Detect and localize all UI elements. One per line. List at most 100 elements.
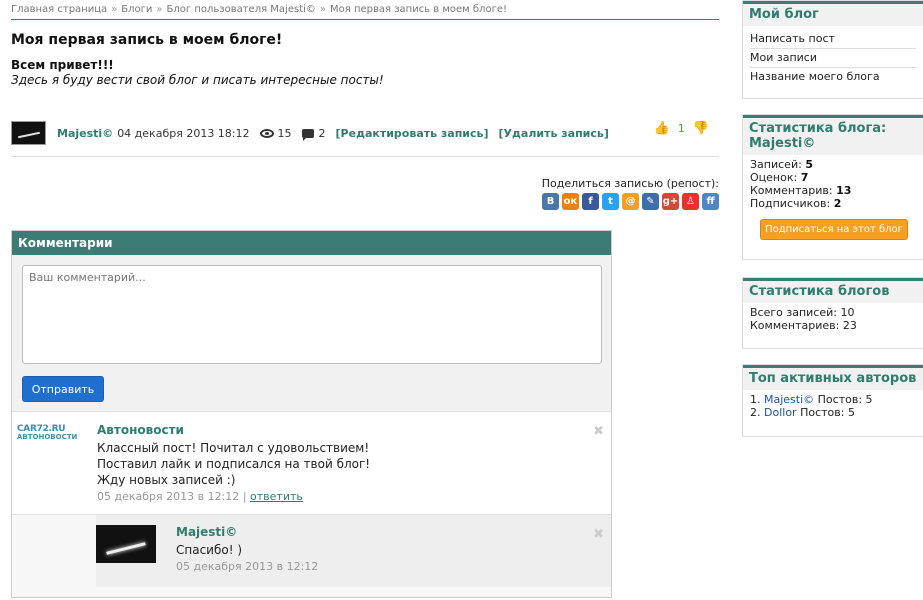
breadcrumb-home[interactable]: Главная страница: [11, 4, 107, 15]
comment-text: Спасибо! ): [176, 542, 318, 558]
comment-text: Классный пост! Почитал с удовольствием! …: [97, 440, 370, 488]
comment-line: Спасибо! ): [176, 543, 243, 557]
commenter-avatar[interactable]: CAR72.RU АВТОНОВОСТИ: [17, 424, 79, 450]
comment-line: Классный пост! Почитал с удовольствием!: [97, 441, 370, 455]
delete-comment-icon[interactable]: ✖: [593, 527, 604, 542]
avatar-logo-subtext: АВТОНОВОСТИ: [17, 433, 78, 441]
top-authors-widget: Топ активных авторов 1. Majesti© Постов:…: [742, 364, 923, 437]
rating-count: 1: [677, 122, 685, 135]
comment-line: Поставил лайк и подписался на твой блог!: [97, 457, 371, 471]
stat-label: Записей:: [750, 158, 806, 171]
delete-post-link[interactable]: [Удалить запись]: [499, 127, 609, 140]
author-posts: Постов: 5: [814, 393, 873, 406]
post-views: 15: [259, 127, 292, 140]
my-posts-link[interactable]: Мои записи: [750, 49, 916, 68]
views-count: 15: [277, 127, 292, 140]
blog-name-link[interactable]: Название моего блога: [750, 68, 916, 86]
stat-label: Комментарив:: [750, 184, 837, 197]
comment-author[interactable]: Автоновости: [97, 423, 184, 437]
edit-post-link[interactable]: [Редактировать запись]: [336, 127, 489, 140]
comment-line: Жду новых записей :): [97, 473, 236, 487]
top-author-item: 1. Majesti© Постов: 5: [750, 393, 916, 406]
livejournal-icon[interactable]: ✎: [642, 193, 659, 210]
write-post-link[interactable]: Написать пост: [750, 30, 916, 49]
facebook-icon[interactable]: f: [582, 193, 599, 210]
stat-ratings: Оценок: 7: [750, 171, 916, 184]
breadcrumb-separator: »: [319, 4, 327, 15]
comment-date: 05 декабря 2013 в 12:12: [176, 560, 319, 573]
send-comment-button[interactable]: Отправить: [22, 376, 104, 402]
comment-content: Majesti© Спасибо! ) 05 декабря 2013 в 12…: [176, 525, 318, 573]
post-title: Моя первая запись в моем блоге!: [11, 32, 283, 48]
reply-link[interactable]: ответить: [250, 490, 303, 503]
post-greeting: Всем привет!!!: [11, 58, 114, 72]
comment-author[interactable]: Majesti©: [176, 525, 237, 539]
breadcrumb: Главная страница» Блоги» Блог пользователя…: [11, 0, 719, 20]
mailru-icon[interactable]: @: [622, 193, 639, 210]
commenter-avatar[interactable]: [96, 525, 156, 563]
post-body: Всем привет!!! Здесь я буду вести свой б…: [11, 58, 719, 87]
subscribe-button[interactable]: Подписаться на этот блог: [760, 219, 908, 240]
comment-input[interactable]: [22, 265, 602, 364]
post-votes: 👍 1 👎: [654, 121, 709, 136]
odnoklassniki-icon[interactable]: ок: [562, 193, 579, 210]
stat-value: 13: [836, 184, 852, 197]
breadcrumb-user-blog[interactable]: Блог пользователя Majesti©: [167, 4, 316, 15]
comment-item: CAR72.RU АВТОНОВОСТИ Автоновости Классны…: [12, 412, 611, 515]
comment-icon: [301, 129, 314, 141]
main-column: Главная страница» Блоги» Блог пользователя…: [11, 0, 719, 210]
author-rank: 1.: [750, 393, 764, 406]
author-avatar[interactable]: [11, 121, 46, 145]
eye-icon: [259, 129, 274, 138]
breadcrumb-blogs[interactable]: Блоги: [121, 4, 152, 15]
stat-value: 2: [833, 197, 842, 210]
comment-date: 05 декабря 2013 в 12:12: [97, 490, 240, 503]
blog-stats-title: Статистика блога: Majesti©: [743, 115, 923, 155]
stat-comments: Комментарив: 13: [750, 184, 916, 197]
reply-separator: |: [242, 490, 247, 503]
top-author-item: 2. Dollor Постов: 5: [750, 406, 916, 419]
post-author-link[interactable]: Majesti©: [57, 127, 113, 140]
total-posts: Всего записей: 10: [750, 306, 855, 319]
author-rank: 2.: [750, 406, 764, 419]
comment-date-line: 05 декабря 2013 в 12:12 | ответить: [97, 490, 370, 503]
total-comments: Комментариев: 23: [750, 319, 857, 332]
blogs-stats-widget: Статистика блогов Всего записей: 10 Комм…: [742, 277, 923, 349]
post-meta: Majesti© 04 декабря 2013 18:12 15 2 [Ред…: [11, 121, 719, 157]
my-blog-widget: Мой блог Написать пост Мои записи Назван…: [742, 0, 923, 99]
blogs-stats-title: Статистика блогов: [743, 278, 923, 303]
blog-stats-body: Записей: 5 Оценок: 7 Комментарив: 13 Под…: [743, 155, 923, 247]
top-authors-title: Топ активных авторов: [743, 365, 923, 390]
top-author-link[interactable]: Majesti©: [764, 393, 814, 406]
twitter-icon[interactable]: t: [602, 193, 619, 210]
thumbs-up-icon[interactable]: 👍: [654, 121, 670, 136]
top-author-link[interactable]: Dollor: [764, 406, 797, 419]
share-section: Поделиться записью (репост): Вок f t @ ✎ g+ ♙ f…: [11, 177, 719, 210]
stat-value: 5: [805, 158, 813, 171]
post-meta-line: Majesti© 04 декабря 2013 18:12 15 2 [Ред…: [57, 127, 619, 141]
stat-subscribers: Подписчиков: 2: [750, 197, 916, 210]
my-blog-title: Мой блог: [743, 1, 923, 26]
comments-section: Комментарии Отправить CAR72.RU АВТОНОВОС…: [11, 230, 612, 598]
my-blog-links: Написать пост Мои записи Название моего …: [743, 26, 923, 93]
liveinternet-icon[interactable]: ♙: [682, 193, 699, 210]
share-label: Поделиться записью (репост):: [541, 177, 719, 190]
breadcrumb-separator: »: [111, 4, 118, 15]
share-icons: Вок f t @ ✎ g+ ♙ ff: [11, 193, 719, 210]
stat-label: Подписчиков:: [750, 197, 834, 210]
stat-posts: Записей: 5: [750, 158, 916, 171]
thumbs-down-icon[interactable]: 👎: [693, 121, 709, 136]
author-posts: Постов: 5: [796, 406, 855, 419]
blogs-stats-body: Всего записей: 10 Комментариев: 23: [743, 303, 923, 339]
delete-comment-icon[interactable]: ✖: [593, 424, 604, 439]
stat-label: Оценок:: [750, 171, 801, 184]
google-plus-icon[interactable]: g+: [662, 193, 679, 210]
breadcrumb-separator: »: [156, 4, 163, 15]
comment-content: Автоновости Классный пост! Почитал с удо…: [97, 423, 370, 503]
comment-reply-item: Majesti© Спасибо! ) 05 декабря 2013 в 12…: [96, 515, 611, 587]
blog-stats-widget: Статистика блога: Majesti© Записей: 5 Оц…: [742, 114, 923, 260]
post-date: 04 декабря 2013 18:12: [117, 127, 250, 140]
top-authors-list: 1. Majesti© Постов: 5 2. Dollor Постов: …: [743, 390, 923, 426]
friendfeed-icon[interactable]: ff: [702, 193, 719, 210]
vkontakte-icon[interactable]: В: [542, 193, 559, 210]
